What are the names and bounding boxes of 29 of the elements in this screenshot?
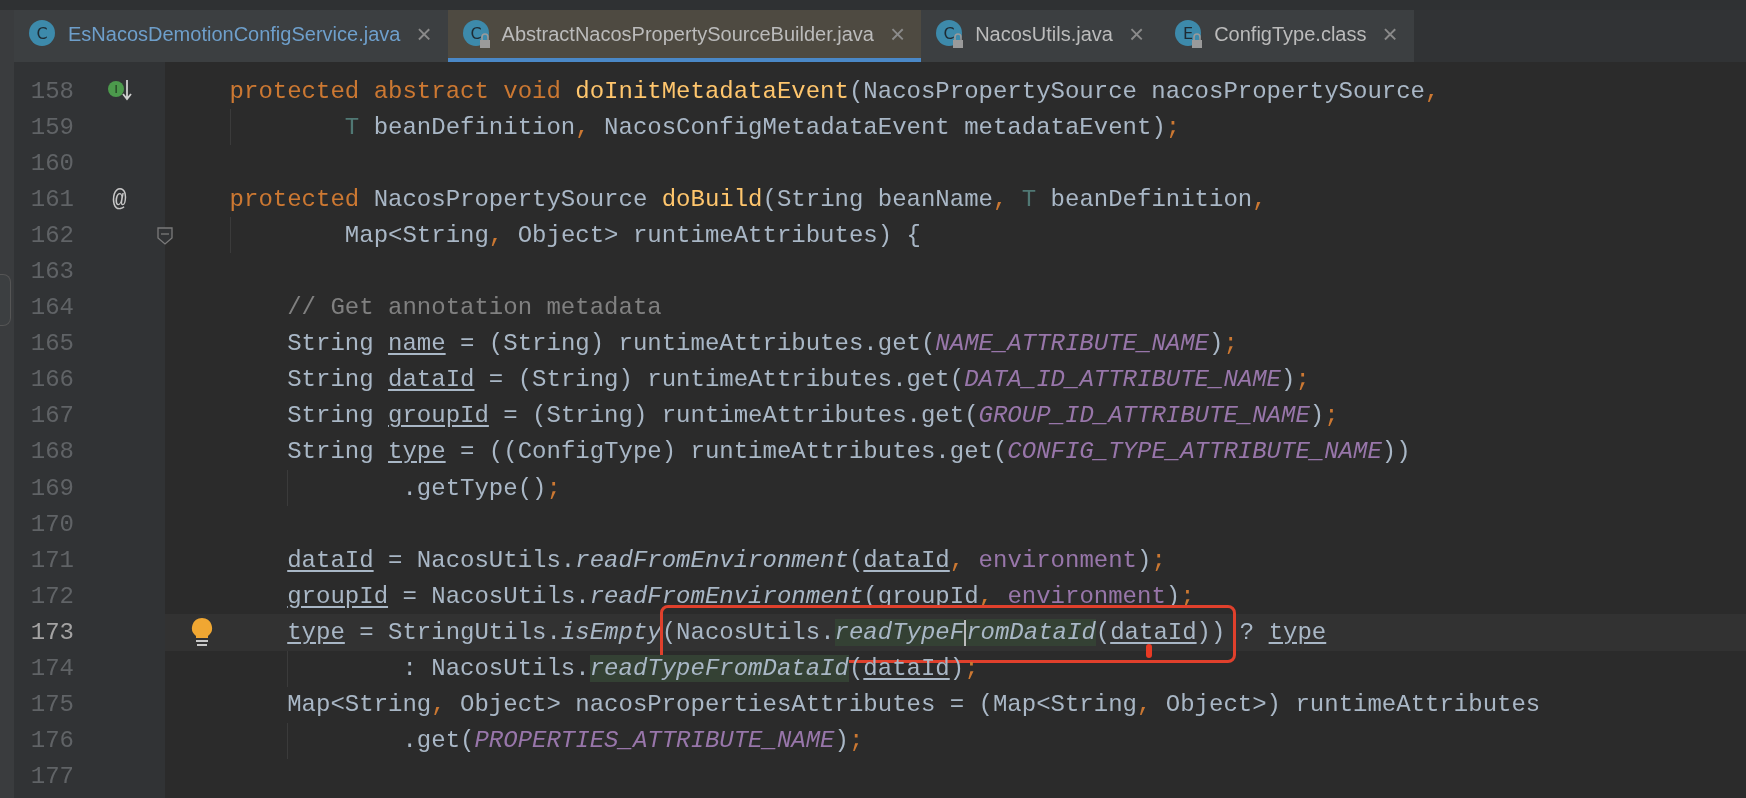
- code-line: String type = ((ConfigType) runtimeAttributes.get(CONFIG_TYPE_ATTRIBUTE_NAME)): [287, 438, 1411, 466]
- code-line: String name = (String) runtimeAttributes.get(NAME_ATTRIBUTE_NAME);: [287, 330, 1238, 358]
- code-line: T beanDefinition, NacosConfigMetadataEvent metadataEvent);: [344, 113, 1181, 141]
- lightbulb-icon[interactable]: [191, 617, 213, 648]
- code-line: Map<String, Object> runtimeAttributes) {: [344, 221, 921, 249]
- editor-tab[interactable]: C AbstractNacosPropertySourceBuilder.java ×: [447, 10, 922, 62]
- class-file-icon: C: [461, 19, 492, 49]
- class-file-icon: C: [28, 19, 58, 49]
- close-icon[interactable]: ×: [889, 21, 906, 47]
- code-line: Map<String, Object> nacosPropertiesAttributes = (Map<String, Object>) runtimeAttributes: [287, 691, 1541, 719]
- code-line: String groupId = (String) runtimeAttributes.get(GROUP_ID_ATTRIBUTE_NAME);: [287, 402, 1339, 430]
- close-icon[interactable]: ×: [1129, 21, 1145, 47]
- code-line: String dataId = (String) runtimeAttributes.get(DATA_ID_ATTRIBUTE_NAME);: [287, 366, 1310, 394]
- code-line: dataId = NacosUtils.readFromEnvironment(dataId, environment);: [287, 546, 1166, 574]
- code-line: : NacosUtils.readTypeFromDataId(dataId);: [402, 655, 979, 683]
- annotation-mark: [1145, 644, 1152, 659]
- code-line: protected NacosPropertySource doBuild(String beanName, T beanDefinition,: [229, 185, 1267, 213]
- close-icon[interactable]: ×: [416, 21, 432, 47]
- code-line: // Get annotation metadata: [287, 294, 662, 322]
- class-file-icon: E: [1174, 19, 1205, 49]
- code-line: protected abstract void doInitMetadataEvent(NacosPropertySource nacosPropertySource,: [229, 77, 1440, 105]
- override-mark[interactable]: @: [112, 185, 127, 213]
- close-icon[interactable]: ×: [1382, 21, 1398, 47]
- class-file-icon: C: [935, 19, 966, 49]
- line-number: 173: [29, 618, 74, 646]
- code-line: .getType();: [402, 474, 561, 502]
- code-line: type = StringUtils.isEmpty(NacosUtils.readTypeFromDataId(dataId)) ? type: [287, 618, 1327, 646]
- fold-icon[interactable]: [157, 227, 173, 246]
- code-line: .get(PROPERTIES_ATTRIBUTE_NAME);: [402, 727, 864, 755]
